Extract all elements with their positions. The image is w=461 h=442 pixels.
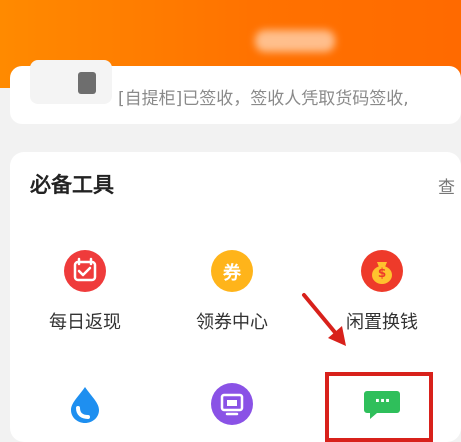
- money-glyph: $: [377, 266, 387, 280]
- screen-icon: [211, 383, 253, 425]
- blurred-header-title: [255, 30, 335, 52]
- coupon-icon: 券: [211, 250, 253, 292]
- section-title: 必备工具: [30, 173, 114, 197]
- pointer-arrow-icon: [302, 293, 346, 346]
- package-thumbnail-object: [78, 72, 96, 94]
- package-status-text: [自提柜]已签收，签收人凭取货码签收,: [118, 89, 409, 109]
- package-thumbnail: [30, 60, 112, 104]
- tool-daily-cashback[interactable]: 每日返现: [25, 250, 145, 334]
- tool-screen[interactable]: [172, 383, 292, 441]
- view-all-link[interactable]: 查: [438, 173, 455, 198]
- coupon-glyph: 券: [223, 263, 241, 284]
- package-status-card[interactable]: [自提柜]已签收，签收人凭取货码签收,: [10, 60, 461, 124]
- tool-label: 每日返现: [49, 312, 121, 333]
- tool-coupon-center[interactable]: 券 领券中心: [172, 250, 292, 334]
- tool-label: 领券中心: [196, 312, 268, 333]
- tool-water[interactable]: [25, 383, 145, 441]
- money-bag-icon: $: [361, 250, 403, 292]
- calendar-cashback-icon: [64, 250, 106, 292]
- water-drop-icon: [64, 383, 106, 425]
- highlight-box: [325, 372, 433, 442]
